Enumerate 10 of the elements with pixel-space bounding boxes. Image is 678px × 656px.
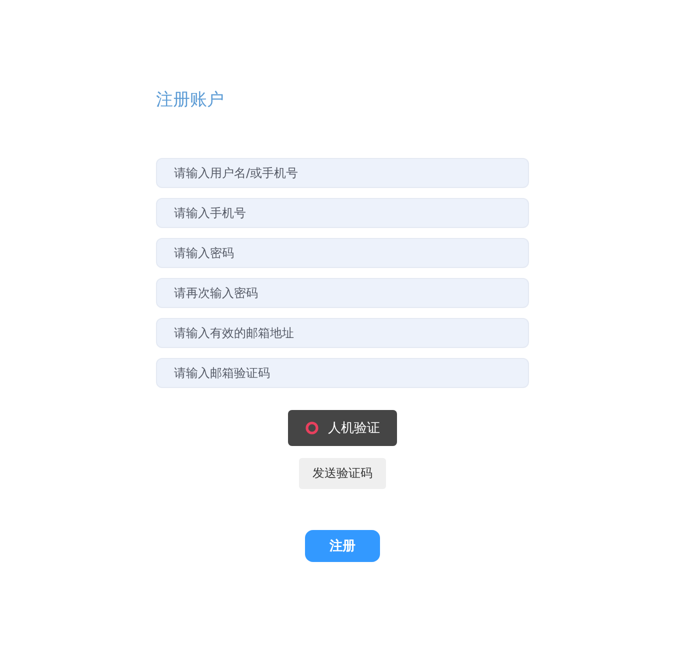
input-field[interactable]: 请输入手机号	[156, 198, 529, 228]
input-field[interactable]: 请输入有效的邮箱地址	[156, 318, 529, 348]
send-code-button[interactable]: 发送验证码	[299, 458, 386, 489]
circle-icon	[305, 421, 319, 435]
input-field[interactable]: 请输入邮箱验证码	[156, 358, 529, 388]
form-title: 注册账户	[156, 89, 224, 112]
input-field[interactable]: 请输入用户名/或手机号	[156, 158, 529, 188]
captcha-button[interactable]: 人机验证	[288, 410, 397, 446]
input-field[interactable]: 请输入密码	[156, 238, 529, 268]
input-field[interactable]: 请再次输入密码	[156, 278, 529, 308]
